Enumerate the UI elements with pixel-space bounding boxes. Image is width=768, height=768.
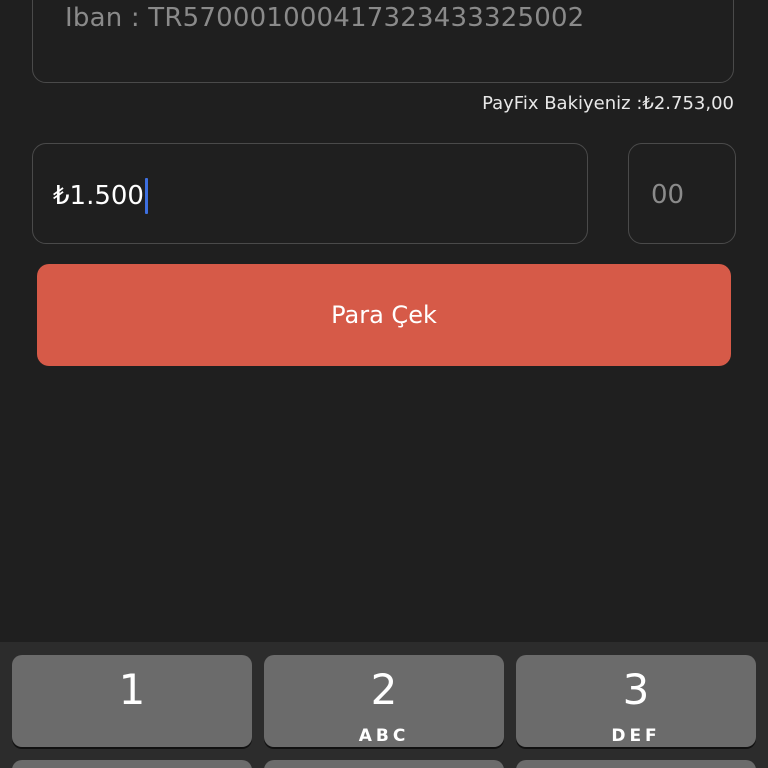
amount-value: ₺1.500 [53,178,148,214]
withdraw-button[interactable]: Para Çek [37,264,731,366]
amount-input[interactable]: ₺1.500 [32,143,588,244]
payfix-balance: PayFix Bakiyeniz :₺2.753,00 [482,93,734,114]
key-2[interactable]: 2 ABC [264,655,504,747]
iban-text: Iban : TR570001000417323433325002 [65,3,585,33]
numeric-keyboard: 1 2 ABC 3 DEF [0,642,768,768]
key-number: 2 [370,665,398,714]
key-1[interactable]: 1 [12,655,252,747]
key-row2-right[interactable] [516,760,756,768]
key-number: 1 [118,665,146,714]
cents-input[interactable]: 00 [628,143,736,244]
text-caret [144,178,148,214]
key-row2-middle[interactable] [264,760,504,768]
key-3[interactable]: 3 DEF [516,655,756,747]
amount-text: ₺1.500 [53,181,144,211]
withdraw-screen: Iban : TR570001000417323433325002 PayFix… [0,0,768,768]
key-row2-left[interactable] [12,760,252,768]
key-number: 3 [622,665,650,714]
iban-field[interactable]: Iban : TR570001000417323433325002 [32,0,734,83]
key-letters: DEF [611,726,661,746]
key-letters: ABC [358,726,410,746]
cents-placeholder: 00 [651,180,685,210]
